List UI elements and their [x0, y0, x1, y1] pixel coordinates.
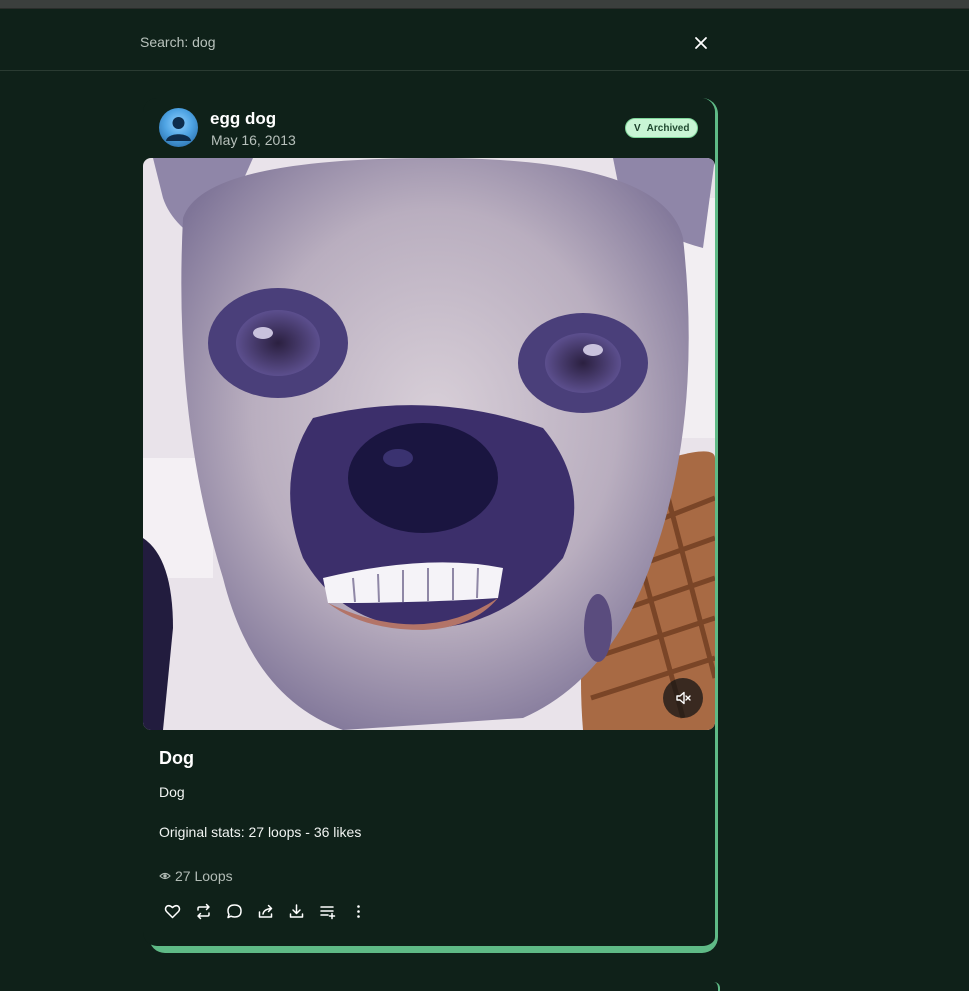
volume-mute-icon: [676, 691, 691, 705]
dog-video-frame: [143, 158, 715, 730]
add-to-playlist-button[interactable]: [318, 902, 337, 921]
heart-icon: [164, 904, 181, 919]
share-icon: [258, 904, 273, 918]
add-to-playlist-icon: [320, 906, 336, 920]
share-button[interactable]: [256, 902, 275, 921]
comment-icon: [227, 904, 242, 919]
author-name[interactable]: egg dog: [210, 109, 276, 129]
video-player[interactable]: [143, 158, 715, 730]
loop-count: 27 Loops: [159, 868, 233, 884]
original-stats: Original stats: 27 loops - 36 likes: [159, 824, 362, 840]
comment-button[interactable]: [225, 902, 244, 921]
close-icon: [695, 37, 707, 49]
close-button[interactable]: [689, 31, 713, 55]
user-avatar-icon: [166, 117, 191, 141]
avatar[interactable]: [159, 108, 198, 147]
post-description: Dog: [159, 784, 185, 800]
archived-badge-label: Archived: [646, 122, 690, 134]
post-card: egg dog May 16, 2013 V Archived Dog Dog …: [143, 98, 718, 953]
next-card-edge: [712, 982, 720, 991]
download-icon: [289, 904, 304, 918]
more-icon: [357, 905, 360, 918]
mute-toggle-button[interactable]: [663, 678, 703, 718]
repost-button[interactable]: [194, 902, 213, 921]
archived-badge: V Archived: [625, 118, 699, 138]
like-button[interactable]: [163, 902, 182, 921]
action-bar: [163, 902, 368, 921]
download-button[interactable]: [287, 902, 306, 921]
eye-icon: [159, 872, 171, 880]
vine-logo-icon: V: [634, 122, 641, 134]
search-header: Search: dog: [0, 8, 969, 71]
more-options-button[interactable]: [349, 902, 368, 921]
repost-icon: [197, 903, 210, 920]
search-title: Search: dog: [140, 34, 216, 50]
post-date: May 16, 2013: [211, 132, 296, 148]
loop-count-label: 27 Loops: [175, 868, 233, 884]
post-title: Dog: [159, 748, 194, 768]
